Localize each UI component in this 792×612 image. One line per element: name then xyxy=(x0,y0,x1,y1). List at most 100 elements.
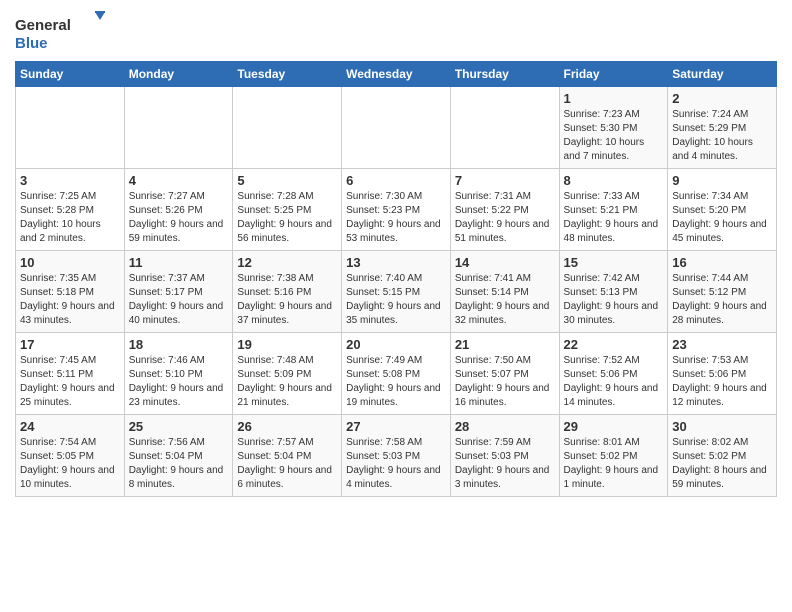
day-number: 10 xyxy=(20,255,120,270)
day-number: 8 xyxy=(564,173,664,188)
calendar-table: SundayMondayTuesdayWednesdayThursdayFrid… xyxy=(15,61,777,497)
calendar-day-cell xyxy=(450,87,559,169)
day-number: 26 xyxy=(237,419,337,434)
calendar-day-cell: 28Sunrise: 7:59 AM Sunset: 5:03 PM Dayli… xyxy=(450,415,559,497)
day-info: Sunrise: 8:01 AM Sunset: 5:02 PM Dayligh… xyxy=(564,436,664,492)
calendar-week-row: 24 Sunrise: 7:54 AM Sunset: 5:05 PM Dayli… xyxy=(16,415,777,497)
day-number: 9 xyxy=(672,173,772,188)
logo-svg: General Blue xyxy=(15,10,105,55)
calendar-day-cell: 2 Sunrise: 7:24 AM Sunset: 5:29 PM Daylig… xyxy=(668,87,777,169)
day-number: 15 xyxy=(564,255,664,270)
calendar-day-cell: 12 Sunrise: 7:38 AM Sunset: 5:16 PM Dayli… xyxy=(233,251,342,333)
day-number: 21 xyxy=(455,337,555,352)
day-info: Sunrise: 7:35 AM Sunset: 5:18 PM Dayligh… xyxy=(20,272,120,328)
day-number: 7 xyxy=(455,173,555,188)
calendar-day-cell: 29 Sunrise: 8:01 AM Sunset: 5:02 PM Dayli… xyxy=(559,415,668,497)
calendar-day-cell: 10 Sunrise: 7:35 AM Sunset: 5:18 PM Dayli… xyxy=(16,251,125,333)
day-number: 16 xyxy=(672,255,772,270)
calendar-week-row: 3 Sunrise: 7:25 AM Sunset: 5:28 PM Daylig… xyxy=(16,169,777,251)
calendar-day-cell: 6 Sunrise: 7:30 AM Sunset: 5:23 PM Daylig… xyxy=(342,169,451,251)
day-info: Sunrise: 7:52 AM Sunset: 5:06 PM Dayligh… xyxy=(564,354,664,410)
calendar-day-cell: 30 Sunrise: 8:02 AM Sunset: 5:02 PM Dayli… xyxy=(668,415,777,497)
day-info: Sunrise: 7:56 AM Sunset: 5:04 PM Dayligh… xyxy=(129,436,229,492)
calendar-day-cell: 16 Sunrise: 7:44 AM Sunset: 5:12 PM Dayli… xyxy=(668,251,777,333)
main-container: General Blue SundayMondayTuesdayWednesda… xyxy=(0,0,792,507)
day-info: Sunrise: 7:58 AM Sunset: 5:03 PM Dayligh… xyxy=(346,436,446,492)
weekday-header: Wednesday xyxy=(342,62,451,87)
calendar-header: SundayMondayTuesdayWednesdayThursdayFrid… xyxy=(16,62,777,87)
header: General Blue xyxy=(15,10,777,55)
day-info: Sunrise: 7:38 AM Sunset: 5:16 PM Dayligh… xyxy=(237,272,337,328)
weekday-header: Monday xyxy=(124,62,233,87)
day-info: Sunrise: 7:41 AM Sunset: 5:14 PM Dayligh… xyxy=(455,272,555,328)
day-info: Sunrise: 7:53 AM Sunset: 5:06 PM Dayligh… xyxy=(672,354,772,410)
day-info: Sunrise: 7:44 AM Sunset: 5:12 PM Dayligh… xyxy=(672,272,772,328)
calendar-day-cell: 19 Sunrise: 7:48 AM Sunset: 5:09 PM Dayli… xyxy=(233,333,342,415)
day-number: 24 xyxy=(20,419,120,434)
day-number: 29 xyxy=(564,419,664,434)
weekday-header: Saturday xyxy=(668,62,777,87)
calendar-day-cell xyxy=(16,87,125,169)
day-info: Sunrise: 7:57 AM Sunset: 5:04 PM Dayligh… xyxy=(237,436,337,492)
calendar-day-cell: 22 Sunrise: 7:52 AM Sunset: 5:06 PM Dayli… xyxy=(559,333,668,415)
calendar-day-cell: 7 Sunrise: 7:31 AM Sunset: 5:22 PM Daylig… xyxy=(450,169,559,251)
calendar-day-cell: 24 Sunrise: 7:54 AM Sunset: 5:05 PM Dayli… xyxy=(16,415,125,497)
day-info: Sunrise: 7:46 AM Sunset: 5:10 PM Dayligh… xyxy=(129,354,229,410)
weekday-header: Sunday xyxy=(16,62,125,87)
day-number: 27 xyxy=(346,419,446,434)
day-info: Sunrise: 7:48 AM Sunset: 5:09 PM Dayligh… xyxy=(237,354,337,410)
calendar-day-cell: 1Sunrise: 7:23 AM Sunset: 5:30 PM Daylig… xyxy=(559,87,668,169)
calendar-day-cell: 4 Sunrise: 7:27 AM Sunset: 5:26 PM Daylig… xyxy=(124,169,233,251)
day-number: 2 xyxy=(672,91,772,106)
day-info: Sunrise: 7:59 AM Sunset: 5:03 PM Dayligh… xyxy=(455,436,555,492)
day-number: 12 xyxy=(237,255,337,270)
day-info: Sunrise: 7:42 AM Sunset: 5:13 PM Dayligh… xyxy=(564,272,664,328)
calendar-day-cell: 15 Sunrise: 7:42 AM Sunset: 5:13 PM Dayli… xyxy=(559,251,668,333)
day-number: 19 xyxy=(237,337,337,352)
day-number: 17 xyxy=(20,337,120,352)
calendar-day-cell: 27 Sunrise: 7:58 AM Sunset: 5:03 PM Dayli… xyxy=(342,415,451,497)
day-number: 5 xyxy=(237,173,337,188)
day-info: Sunrise: 7:45 AM Sunset: 5:11 PM Dayligh… xyxy=(20,354,120,410)
day-number: 18 xyxy=(129,337,229,352)
day-number: 11 xyxy=(129,255,229,270)
header-row: SundayMondayTuesdayWednesdayThursdayFrid… xyxy=(16,62,777,87)
svg-text:General: General xyxy=(15,17,71,34)
day-number: 14 xyxy=(455,255,555,270)
day-number: 13 xyxy=(346,255,446,270)
svg-text:Blue: Blue xyxy=(15,35,48,52)
day-info: Sunrise: 7:23 AM Sunset: 5:30 PM Dayligh… xyxy=(564,108,664,164)
day-number: 6 xyxy=(346,173,446,188)
calendar-day-cell xyxy=(124,87,233,169)
day-info: Sunrise: 7:25 AM Sunset: 5:28 PM Dayligh… xyxy=(20,190,120,246)
day-number: 3 xyxy=(20,173,120,188)
calendar-day-cell: 13Sunrise: 7:40 AM Sunset: 5:15 PM Dayli… xyxy=(342,251,451,333)
day-info: Sunrise: 7:30 AM Sunset: 5:23 PM Dayligh… xyxy=(346,190,446,246)
calendar-week-row: 10 Sunrise: 7:35 AM Sunset: 5:18 PM Dayli… xyxy=(16,251,777,333)
day-info: Sunrise: 7:50 AM Sunset: 5:07 PM Dayligh… xyxy=(455,354,555,410)
logo: General Blue xyxy=(15,10,105,55)
day-info: Sunrise: 7:54 AM Sunset: 5:05 PM Dayligh… xyxy=(20,436,120,492)
calendar-day-cell: 25Sunrise: 7:56 AM Sunset: 5:04 PM Dayli… xyxy=(124,415,233,497)
calendar-week-row: 17 Sunrise: 7:45 AM Sunset: 5:11 PM Dayli… xyxy=(16,333,777,415)
day-info: Sunrise: 7:24 AM Sunset: 5:29 PM Dayligh… xyxy=(672,108,772,164)
calendar-day-cell: 14 Sunrise: 7:41 AM Sunset: 5:14 PM Dayli… xyxy=(450,251,559,333)
day-number: 30 xyxy=(672,419,772,434)
day-number: 20 xyxy=(346,337,446,352)
calendar-day-cell: 8 Sunrise: 7:33 AM Sunset: 5:21 PM Daylig… xyxy=(559,169,668,251)
calendar-day-cell: 21 Sunrise: 7:50 AM Sunset: 5:07 PM Dayli… xyxy=(450,333,559,415)
day-number: 22 xyxy=(564,337,664,352)
calendar-day-cell: 9Sunrise: 7:34 AM Sunset: 5:20 PM Daylig… xyxy=(668,169,777,251)
calendar-day-cell xyxy=(342,87,451,169)
day-info: Sunrise: 7:31 AM Sunset: 5:22 PM Dayligh… xyxy=(455,190,555,246)
calendar-day-cell: 23Sunrise: 7:53 AM Sunset: 5:06 PM Dayli… xyxy=(668,333,777,415)
day-info: Sunrise: 8:02 AM Sunset: 5:02 PM Dayligh… xyxy=(672,436,772,492)
day-info: Sunrise: 7:37 AM Sunset: 5:17 PM Dayligh… xyxy=(129,272,229,328)
calendar-day-cell: 17 Sunrise: 7:45 AM Sunset: 5:11 PM Dayli… xyxy=(16,333,125,415)
day-info: Sunrise: 7:28 AM Sunset: 5:25 PM Dayligh… xyxy=(237,190,337,246)
day-info: Sunrise: 7:27 AM Sunset: 5:26 PM Dayligh… xyxy=(129,190,229,246)
day-info: Sunrise: 7:49 AM Sunset: 5:08 PM Dayligh… xyxy=(346,354,446,410)
weekday-header: Tuesday xyxy=(233,62,342,87)
day-number: 4 xyxy=(129,173,229,188)
day-info: Sunrise: 7:33 AM Sunset: 5:21 PM Dayligh… xyxy=(564,190,664,246)
